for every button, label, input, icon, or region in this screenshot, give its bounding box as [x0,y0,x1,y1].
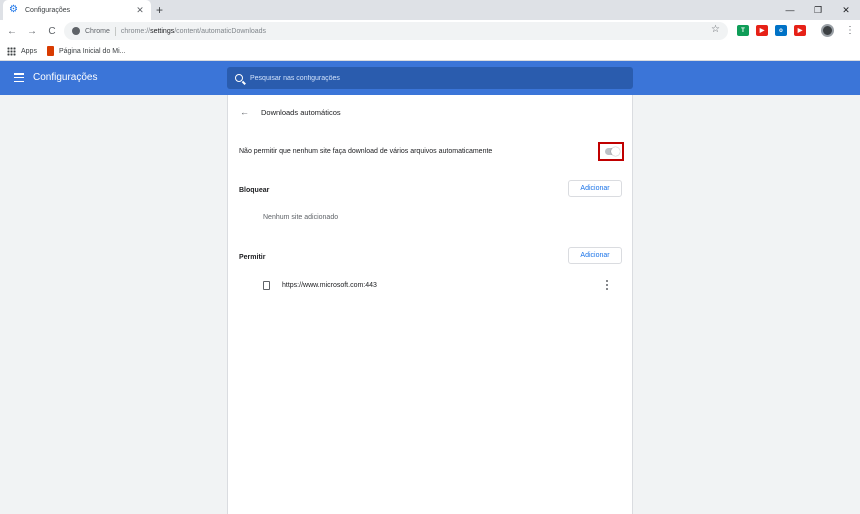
toggle-label: Não permitir que nenhum site faça downlo… [239,148,493,155]
forward-button[interactable]: → [22,21,42,41]
browser-toolbar: ← → C Chrome chrome://settings/content/a… [0,20,860,42]
tab-close-icon[interactable]: ✕ [135,5,145,16]
toggle-knob [611,147,620,156]
address-separator [114,26,116,36]
restore-button[interactable]: ❐ [804,0,832,20]
bookmark-label: Página Inicial do Mi... [58,47,126,55]
settings-search[interactable] [227,67,633,89]
minimize-button[interactable]: — [776,0,804,20]
address-url: chrome://settings/content/automaticDownl… [121,28,266,35]
page-title: Downloads automáticos [261,108,341,117]
block-section-label: Bloquear [239,187,270,194]
settings-card: ← Downloads automáticos Não permitir que… [227,95,633,514]
document-icon [263,281,270,290]
youtube-icon-2[interactable]: ▶ [794,25,806,36]
profile-avatar[interactable] [821,24,834,37]
window-close-button[interactable]: ✕ [832,0,860,20]
address-bar[interactable]: Chrome chrome://settings/content/automat… [64,22,728,40]
office-icon [46,46,54,56]
youtube-icon[interactable]: ▶ [756,25,768,36]
search-icon [235,74,243,82]
more-actions-icon[interactable] [605,280,609,290]
allow-add-button[interactable]: Adicionar [568,247,622,264]
site-info-icon[interactable] [72,27,80,35]
gear-icon: ⚙ [9,4,18,15]
search-input[interactable] [250,74,610,82]
back-arrow-icon[interactable]: ← [240,107,249,117]
outlook-icon[interactable]: o [775,25,787,36]
back-button[interactable]: ← [2,21,22,41]
site-url: https://www.microsoft.com:443 [282,282,377,289]
block-downloads-toggle[interactable] [605,147,620,156]
chrome-menu-icon[interactable]: ⋮ [845,25,855,36]
address-origin: Chrome [85,27,110,35]
menu-icon[interactable] [14,73,24,82]
reload-button[interactable]: C [42,21,62,41]
allow-section-label: Permitir [239,254,266,261]
apps-grid-icon [7,46,16,56]
bookmark-office-home[interactable]: Página Inicial do Mi... [46,46,126,56]
url-host: settings [150,27,175,35]
bookmark-apps[interactable]: Apps [7,46,37,56]
toggle-highlight-box [598,142,624,161]
bookmark-label: Apps [21,47,37,55]
bookmarks-bar: Apps Página Inicial do Mi... [0,42,860,61]
bookmark-star-icon[interactable]: ☆ [711,24,720,35]
url-path: /content/automaticDownloads [174,27,267,35]
new-tab-button[interactable]: + [156,3,163,17]
google-translate-icon[interactable]: T [737,25,749,36]
tab-title: Configurações [25,6,71,14]
list-item: https://www.microsoft.com:443 [263,281,377,290]
block-empty-text: Nenhum site adicionado [263,214,339,221]
block-add-button[interactable]: Adicionar [568,180,622,197]
tab-settings[interactable]: ⚙ Configurações ✕ [3,0,151,20]
url-prefix: chrome:// [120,27,151,35]
tab-strip: ⚙ Configurações ✕ + — ❐ ✕ [0,0,860,20]
settings-title: Configurações [33,72,98,83]
